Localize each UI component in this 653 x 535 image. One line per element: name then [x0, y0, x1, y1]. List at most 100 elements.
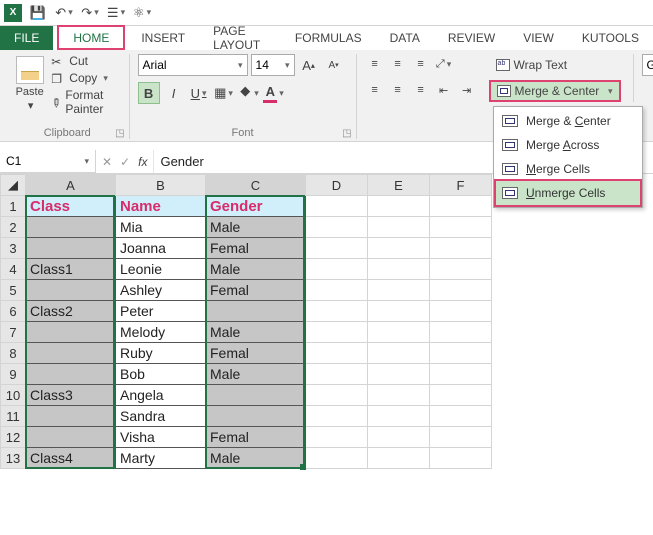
tab-home[interactable]: HOME [57, 25, 125, 50]
cell-empty[interactable] [430, 385, 492, 406]
cell-empty[interactable] [368, 385, 430, 406]
row-header[interactable]: 7 [1, 322, 26, 343]
cell-empty[interactable] [368, 406, 430, 427]
row-header[interactable]: 4 [1, 259, 26, 280]
cell-empty[interactable] [306, 301, 368, 322]
menu-merge-across[interactable]: Merge Across [496, 133, 640, 157]
cell-name[interactable]: Bob [116, 364, 206, 385]
align-center-button[interactable]: ≡ [388, 80, 408, 100]
dialog-launcher-icon[interactable]: ◳ [342, 128, 351, 139]
worksheet-grid[interactable]: ◢ A B C D E F 1 Class Name Gender 2MiaMa… [0, 174, 653, 469]
cell-B1[interactable]: Name [116, 196, 206, 217]
row-header[interactable]: 6 [1, 301, 26, 322]
font-color-button[interactable]: A▾ [263, 82, 285, 104]
grow-font-button[interactable]: A▴ [298, 54, 320, 76]
cell-empty[interactable] [306, 448, 368, 469]
font-name-select[interactable]: Arial▾ [138, 54, 248, 76]
cell-empty[interactable] [430, 322, 492, 343]
cell-name[interactable]: Peter [116, 301, 206, 322]
cell-F1[interactable] [430, 196, 492, 217]
qat-undo-icon[interactable]: ↶▾ [54, 3, 74, 23]
cut-button[interactable]: Cut [51, 54, 120, 68]
cell-class[interactable] [26, 217, 116, 238]
col-header-E[interactable]: E [368, 175, 430, 196]
fx-icon[interactable]: fx [138, 155, 147, 169]
cell-name[interactable]: Marty [116, 448, 206, 469]
cell-empty[interactable] [306, 217, 368, 238]
cell-class[interactable]: Class1 [26, 259, 116, 280]
cell-empty[interactable] [306, 259, 368, 280]
cell-name[interactable]: Angela [116, 385, 206, 406]
cell-empty[interactable] [368, 259, 430, 280]
cell-gender[interactable]: Male [206, 217, 306, 238]
cell-empty[interactable] [430, 259, 492, 280]
row-header[interactable]: 9 [1, 364, 26, 385]
merge-center-button[interactable]: Merge & Center▾ [489, 80, 621, 102]
cell-empty[interactable] [306, 427, 368, 448]
cell-D1[interactable] [306, 196, 368, 217]
cell-name[interactable]: Sandra [116, 406, 206, 427]
menu-merge-cells[interactable]: Merge Cells [496, 157, 640, 181]
cell-name[interactable]: Visha [116, 427, 206, 448]
cell-class[interactable] [26, 427, 116, 448]
cell-empty[interactable] [306, 238, 368, 259]
copy-button[interactable]: Copy ▾ [51, 71, 120, 85]
orientation-button[interactable]: ⤢▾ [434, 54, 454, 74]
qat-save-icon[interactable]: 💾 [28, 3, 48, 23]
cell-gender[interactable]: Femal [206, 238, 306, 259]
tab-view[interactable]: VIEW [509, 26, 568, 50]
cell-class[interactable] [26, 406, 116, 427]
cell-empty[interactable] [306, 280, 368, 301]
cell-class[interactable] [26, 280, 116, 301]
cell-empty[interactable] [306, 385, 368, 406]
cell-class[interactable] [26, 322, 116, 343]
font-size-select[interactable]: 14▾ [251, 54, 295, 76]
cell-empty[interactable] [368, 343, 430, 364]
cell-empty[interactable] [430, 217, 492, 238]
menu-merge-center[interactable]: Merge & Center [496, 109, 640, 133]
cell-gender[interactable]: Femal [206, 427, 306, 448]
cell-gender[interactable]: Femal [206, 280, 306, 301]
row-header[interactable]: 10 [1, 385, 26, 406]
name-box[interactable]: C1▾ [0, 150, 96, 173]
cell-name[interactable]: Joanna [116, 238, 206, 259]
row-header[interactable]: 8 [1, 343, 26, 364]
tab-formulas[interactable]: FORMULAS [281, 26, 376, 50]
cell-class[interactable] [26, 364, 116, 385]
tab-insert[interactable]: INSERT [127, 26, 199, 50]
fill-color-button[interactable]: ◆▾ [238, 82, 260, 104]
cell-name[interactable]: Melody [116, 322, 206, 343]
cell-class[interactable]: Class2 [26, 301, 116, 322]
qat-redo-icon[interactable]: ↷▾ [80, 3, 100, 23]
row-header[interactable]: 13 [1, 448, 26, 469]
number-format-select[interactable]: Ge [642, 54, 653, 76]
cell-gender[interactable]: Male [206, 448, 306, 469]
cell-empty[interactable] [306, 406, 368, 427]
cell-empty[interactable] [430, 301, 492, 322]
col-header-A[interactable]: A [26, 175, 116, 196]
cell-name[interactable]: Mia [116, 217, 206, 238]
cell-empty[interactable] [430, 280, 492, 301]
cell-empty[interactable] [430, 238, 492, 259]
align-left-button[interactable]: ≡ [365, 80, 385, 100]
menu-unmerge-cells[interactable]: Unmerge Cells [494, 179, 642, 207]
cell-gender[interactable]: Femal [206, 343, 306, 364]
tab-file[interactable]: FILE [0, 26, 53, 50]
cell-class[interactable] [26, 238, 116, 259]
underline-button[interactable]: U▾ [188, 82, 210, 104]
dialog-launcher-icon[interactable]: ◳ [115, 128, 124, 139]
cell-class[interactable] [26, 343, 116, 364]
col-header-B[interactable]: B [116, 175, 206, 196]
cell-class[interactable]: Class4 [26, 448, 116, 469]
cell-name[interactable]: Ruby [116, 343, 206, 364]
row-header[interactable]: 5 [1, 280, 26, 301]
decrease-indent-button[interactable]: ⇤ [434, 80, 454, 100]
cell-class[interactable]: Class3 [26, 385, 116, 406]
cell-empty[interactable] [430, 427, 492, 448]
col-header-C[interactable]: C [206, 175, 306, 196]
cell-empty[interactable] [430, 448, 492, 469]
cell-empty[interactable] [430, 406, 492, 427]
cell-empty[interactable] [368, 280, 430, 301]
format-painter-button[interactable]: Format Painter [51, 88, 120, 116]
cancel-icon[interactable]: ✕ [102, 155, 112, 169]
